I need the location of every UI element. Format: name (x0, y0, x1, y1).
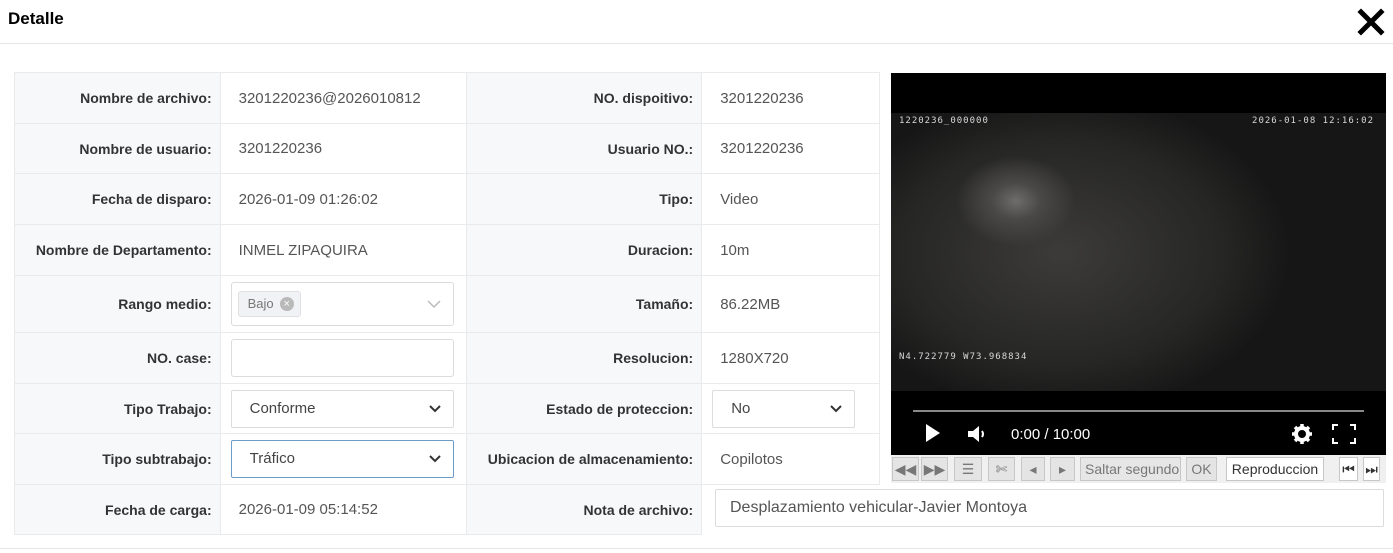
chevron-down-icon (427, 300, 441, 308)
video-player[interactable]: 1220236_000000 2026-01-08 12:16:02 N4.72… (891, 73, 1386, 455)
value-fecha-disparo: 2026-01-09 01:26:02 (219, 173, 467, 225)
label-no-dispositivo: NO. dispoitivo: (465, 72, 703, 124)
value-fecha-carga: 2026-01-09 05:14:52 (219, 484, 467, 535)
skip-start-icon[interactable]: ⏮ (1339, 457, 1358, 481)
label-estado-proteccion: Estado de proteccion: (465, 383, 703, 434)
label-resolucion: Resolucion: (465, 332, 703, 384)
label-tipo: Tipo: (465, 173, 703, 225)
table-row: Nombre de Departamento: INMEL ZIPAQUIRA … (14, 224, 880, 276)
label-nombre-archivo: Nombre de archivo: (14, 72, 221, 124)
table-row: Tipo subtrabajo: Tráfico Ubicacion de al… (14, 433, 880, 485)
no-case-input[interactable] (230, 339, 454, 377)
prev-frame-icon[interactable]: ◂ (1021, 457, 1045, 481)
label-nombre-usuario: Nombre de usuario: (14, 123, 221, 174)
chevron-down-icon (830, 404, 842, 412)
nota-archivo-input[interactable]: Desplazamiento vehicular-Javier Montoya (715, 489, 1384, 527)
rewind-icon[interactable]: ◀◀ (892, 457, 919, 481)
label-tamano: Tamaño: (465, 275, 703, 333)
osd-timestamp: 2026-01-08 12:16:02 (1252, 116, 1374, 126)
label-duracion: Duracion: (465, 224, 703, 276)
tipo-subtrabajo-value: Tráfico (249, 450, 295, 467)
tipo-trabajo-value: Conforme (249, 399, 316, 417)
estado-proteccion-value: No (731, 399, 751, 417)
dialog-header: Detalle (0, 0, 1393, 44)
value-duracion: 10m (701, 224, 880, 276)
value-nombre-usuario: 3201220236 (219, 123, 467, 174)
gear-icon[interactable] (1291, 423, 1313, 445)
rango-medio-tag-label: Bajo (247, 296, 274, 311)
time-display: 0:00 / 10:00 (1011, 426, 1091, 443)
osd-gps: N4.722779 W73.968834 (899, 352, 1028, 362)
fullscreen-icon[interactable] (1332, 424, 1356, 444)
detail-table: Nombre de archivo: 3201220236@2026010812… (14, 72, 880, 535)
tag-remove-icon[interactable]: × (279, 297, 294, 311)
label-ubicacion: Ubicacion de almacenamiento: (465, 433, 703, 485)
ok-button[interactable]: OK (1186, 457, 1217, 481)
list-icon[interactable]: ☰ (954, 457, 982, 481)
player-toolbar: ◀◀ ▶▶ ☰ ✄ ◂ ▸ Saltar segundo OK Reproduc… (891, 455, 1386, 483)
label-tipo-subtrabajo: Tipo subtrabajo: (14, 433, 221, 485)
value-nombre-archivo: 3201220236@2026010812 (238, 89, 421, 107)
label-nombre-departamento: Nombre de Departamento: (14, 224, 221, 276)
volume-icon[interactable] (967, 424, 989, 444)
tipo-trabajo-select[interactable]: Conforme (230, 389, 454, 428)
table-row: Rango medio: Bajo × Tamaño: 86.22MB (14, 275, 880, 333)
label-tipo-trabajo: Tipo Trabajo: (14, 383, 221, 434)
value-tamano: 86.22MB (701, 275, 880, 333)
table-row: Tipo Trabajo: Conforme Estado de protecc… (14, 383, 880, 434)
label-usuario-no: Usuario NO.: (465, 123, 703, 174)
skip-seconds-input[interactable]: Saltar segundo (1080, 457, 1181, 481)
value-resolucion: 1280X720 (701, 332, 880, 384)
value-usuario-no: 3201220236 (701, 123, 880, 174)
estado-proteccion-select[interactable]: No (712, 389, 856, 428)
chevron-down-icon (428, 404, 441, 412)
label-fecha-carga: Fecha de carga: (14, 484, 221, 535)
fast-forward-icon[interactable]: ▶▶ (921, 457, 948, 481)
tipo-subtrabajo-select[interactable]: Tráfico (230, 440, 454, 478)
value-no-dispositivo: 3201220236 (701, 72, 880, 124)
rango-medio-select[interactable]: Bajo × (230, 282, 454, 326)
close-icon[interactable] (1357, 8, 1385, 36)
dialog-title: Detalle (8, 9, 64, 28)
value-nombre-departamento: INMEL ZIPAQUIRA (219, 224, 467, 276)
skip-end-icon[interactable]: ⏭ (1363, 457, 1380, 481)
label-fecha-disparo: Fecha de disparo: (14, 173, 221, 225)
label-rango-medio: Rango medio: (14, 275, 221, 333)
label-no-case: NO. case: (14, 332, 221, 384)
table-row: Fecha de disparo: 2026-01-09 01:26:02 Ti… (14, 173, 880, 225)
table-row: Nombre de usuario: 3201220236 Usuario NO… (14, 123, 880, 174)
table-row: NO. case: Resolucion: 1280X720 (14, 332, 880, 384)
play-icon[interactable] (925, 422, 941, 444)
table-row: Nombre de archivo: 3201220236@2026010812… (14, 72, 880, 124)
chevron-down-icon (428, 455, 441, 463)
label-nota-archivo: Nota de archivo: (465, 484, 703, 535)
video-frame[interactable] (891, 113, 1386, 391)
value-ubicacion: Copilotos (701, 433, 880, 485)
rango-medio-tag: Bajo × (237, 291, 301, 317)
next-frame-icon[interactable]: ▸ (1050, 457, 1075, 481)
value-tipo: Video (701, 173, 880, 225)
scissors-icon[interactable]: ✄ (988, 457, 1015, 481)
footer-divider (0, 548, 1393, 549)
progress-bar[interactable] (913, 410, 1364, 412)
osd-device-id: 1220236_000000 (899, 116, 989, 126)
playback-button[interactable]: Reproduccion (1226, 457, 1324, 481)
